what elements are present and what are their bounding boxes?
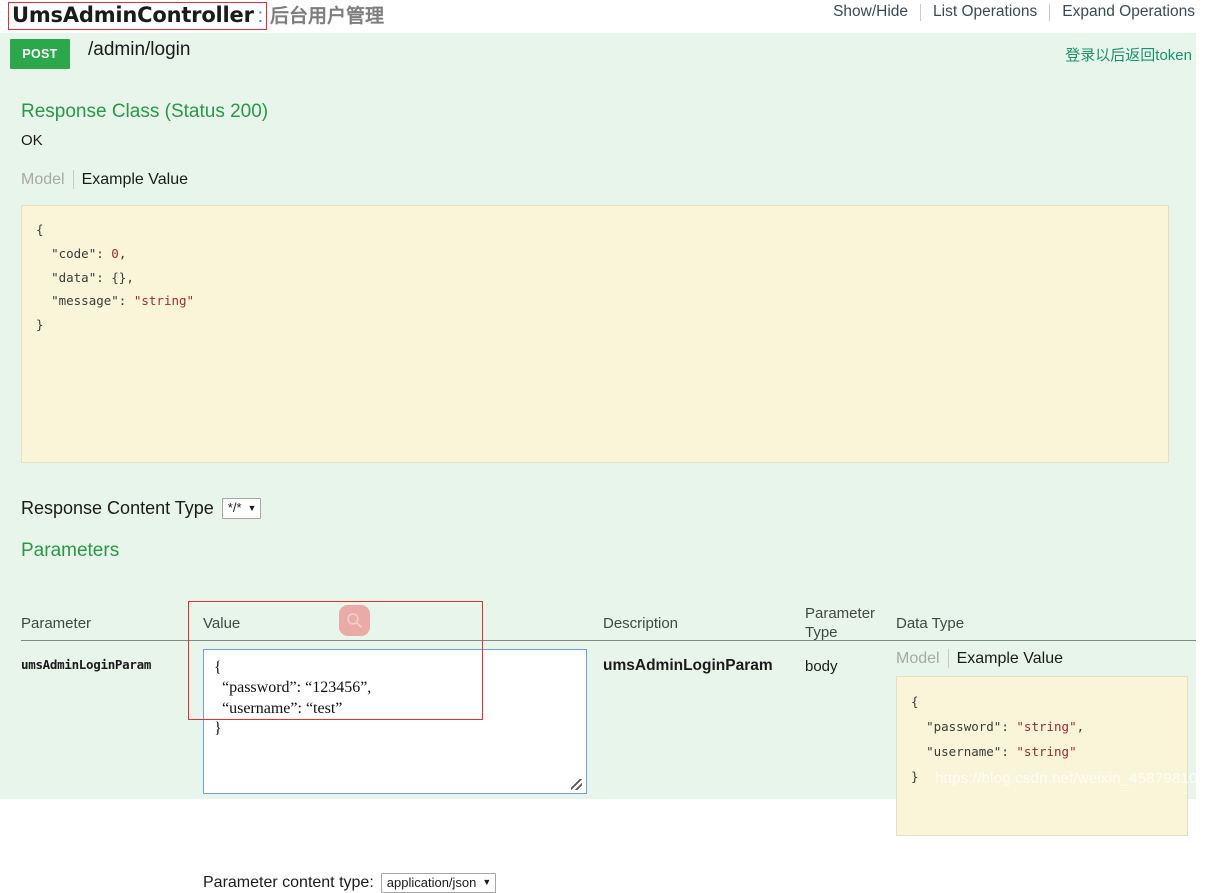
parameter-data-type: Model Example Value { "password": "strin…	[896, 649, 1196, 836]
column-header-parameter-type-line2: Type	[805, 624, 867, 643]
table-row: umsAdminLoginParam { “password”: “123456…	[21, 641, 1196, 841]
column-header-value: Value	[203, 615, 240, 632]
parameter-content-type-value: application/json	[387, 876, 477, 890]
resource-description: 后台用户管理	[270, 1, 384, 28]
parameters-title: Parameters	[21, 540, 119, 562]
parameter-example-value: { "password": "string", "username": "str…	[896, 676, 1188, 836]
parameter-description: umsAdminLoginParam	[603, 657, 773, 675]
response-content-type-value: */*	[228, 501, 242, 515]
data-type-tabs: Model Example Value	[896, 649, 1196, 668]
resource-name[interactable]: UmsAdminController	[12, 3, 254, 27]
response-class-title: Response Class (Status 200)	[21, 101, 268, 123]
response-model-tabs: Model Example Value	[21, 170, 196, 189]
column-header-data-type: Data Type	[896, 615, 964, 632]
operation-summary: 登录以后返回token	[1065, 44, 1192, 65]
operation-path[interactable]: /admin/login	[88, 39, 190, 61]
parameters-table: Parameter Value Description Parameter Ty…	[21, 573, 1196, 841]
parameter-type-value: body	[805, 658, 838, 675]
operation-heading[interactable]: POST /admin/login 登录以后返回token	[0, 33, 1196, 75]
header-links: Show/Hide List Operations Expand Operati…	[821, 3, 1207, 21]
response-content-type-row: Response Content Type */* ▼	[21, 498, 261, 519]
show-hide-link[interactable]: Show/Hide	[821, 3, 920, 21]
list-operations-link[interactable]: List Operations	[921, 3, 1049, 21]
tab-example-value[interactable]: Example Value	[74, 171, 196, 189]
resource-title-colon: :	[258, 6, 263, 28]
response-content-type-select[interactable]: */* ▼	[222, 498, 262, 518]
textarea-resize-handle-icon[interactable]	[571, 779, 582, 790]
expand-operations-link[interactable]: Expand Operations	[1050, 3, 1207, 21]
search-icon	[339, 605, 370, 636]
parameters-table-header: Parameter Value Description Parameter Ty…	[21, 573, 1196, 641]
parameter-content-type-row: Parameter content type: application/json…	[203, 873, 496, 893]
column-header-parameter-type: Parameter Type	[805, 605, 867, 643]
column-header-parameter: Parameter	[21, 615, 91, 632]
chevron-down-icon: ▼	[248, 504, 257, 514]
parameter-content-type-select[interactable]: application/json ▼	[381, 873, 497, 893]
resource-header: UmsAdminController : 后台用户管理 Show/Hide Li…	[0, 0, 1217, 33]
parameter-content-type-label: Parameter content type:	[203, 874, 374, 892]
tab-model[interactable]: Model	[896, 650, 948, 668]
parameter-name: umsAdminLoginParam	[21, 657, 151, 672]
column-header-parameter-type-line1: Parameter	[805, 605, 867, 624]
operation-panel: POST /admin/login 登录以后返回token Response C…	[0, 33, 1196, 799]
resource-title: UmsAdminController : 后台用户管理	[8, 1, 384, 30]
resource-name-annotated[interactable]: UmsAdminController :	[8, 2, 267, 30]
tab-example-value[interactable]: Example Value	[949, 650, 1071, 668]
response-example-value: { "code": 0, "data": {}, "message": "str…	[21, 205, 1169, 463]
tab-model[interactable]: Model	[21, 171, 73, 189]
http-method-badge: POST	[10, 39, 70, 69]
response-content-type-label: Response Content Type	[21, 498, 214, 519]
column-header-description: Description	[603, 615, 678, 632]
parameter-value-input[interactable]: { “password”: “123456”, “username”: “tes…	[203, 649, 587, 794]
response-status-text: OK	[21, 132, 43, 149]
chevron-down-icon: ▼	[482, 878, 491, 888]
